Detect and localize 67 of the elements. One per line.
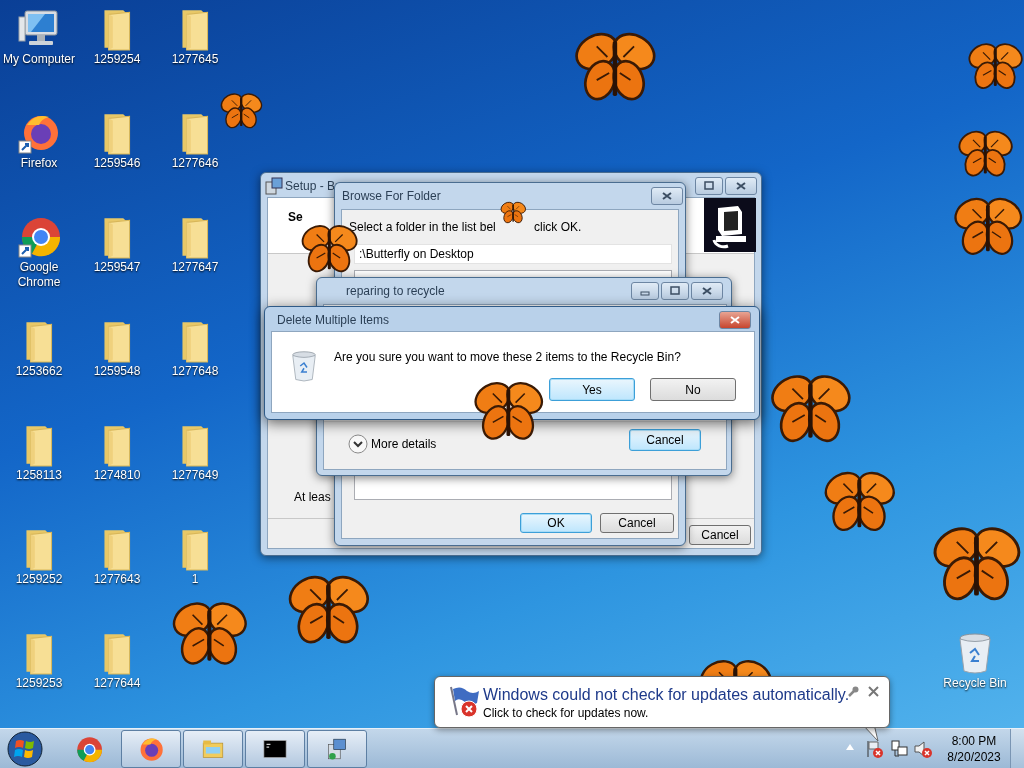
clock-time[interactable]: 8:00 PM [951,733,997,749]
maximize-icon [669,286,681,296]
close-icon [735,181,747,191]
close-button[interactable] [719,311,751,329]
show-desktop-button[interactable] [1010,729,1024,768]
body-text: At leas [294,489,331,506]
more-details-link[interactable]: More details [371,435,437,453]
window-title: Browse For Folder [342,188,441,204]
window-title: Delete Multiple Items [277,312,390,328]
close-button[interactable] [691,282,723,300]
clock-date[interactable]: 8/20/2023 [947,749,1001,765]
maximize-icon [703,181,715,191]
taskbar-button[interactable] [245,730,305,768]
icon-label[interactable]: 1253662 [15,364,63,379]
close-button[interactable] [651,187,683,205]
notification-balloon[interactable]: Windows could not check for updates automatically. Click to check for updates now. [434,676,890,728]
wrench-icon[interactable] [847,686,859,698]
icon-label[interactable]: 1277649 [171,468,219,483]
cancel-button[interactable]: Cancel [600,513,674,533]
icon-label[interactable]: Firefox [20,156,58,171]
icon-label[interactable]: 1259253 [15,676,63,691]
instruction-text: Select a folder in the list bel [349,219,496,236]
icon-label[interactable]: 1277646 [171,156,219,171]
close-icon [701,286,713,296]
icon-label[interactable]: 1277648 [171,364,219,379]
chevron-down-icon[interactable] [348,434,368,454]
ok-button[interactable]: OK [520,513,592,533]
network-icon[interactable] [890,739,908,759]
minimize-button[interactable] [631,282,659,300]
cancel-button[interactable]: Cancel [629,429,701,451]
icon-label[interactable]: 1258113 [16,468,62,483]
close-button[interactable] [725,177,757,195]
instruction-text: click OK. [534,219,582,236]
icon-label[interactable]: 1259547 [93,260,141,275]
chrome-icon [74,735,104,763]
flag-error-icon [447,685,481,719]
cancel-button[interactable]: Cancel [689,525,751,545]
flag-error-icon[interactable] [866,739,884,759]
icon-label[interactable]: 1259252 [15,572,63,587]
maximize-button[interactable] [695,177,723,195]
close-icon [729,315,741,325]
close-icon[interactable] [868,686,879,697]
icon-label[interactable]: My Computer [3,52,75,67]
notification-title: Windows could not check for updates automatically. [483,685,850,705]
icon-label[interactable]: Google Chrome [1,260,77,290]
icon-label[interactable]: 1277644 [93,676,141,691]
close-icon [661,191,673,201]
confirm-message: Are you sure you want to move these 2 items to the Recycle Bin? [334,349,681,366]
speaker-muted-icon[interactable] [913,739,933,759]
icon-label[interactable]: 1 [191,572,199,587]
folder-path-field[interactable]: :\Butterfly on Desktop [354,244,672,264]
icon-label[interactable]: 1259254 [93,52,141,67]
maximize-button[interactable] [661,282,689,300]
page-heading: Se [288,209,303,226]
icon-label[interactable]: 1274810 [93,468,141,483]
icon-label[interactable]: 1277643 [93,572,141,587]
window-title: reparing to recycle [346,283,445,299]
icon-label[interactable]: 1259548 [93,364,141,379]
installer-icon [265,177,283,195]
taskbar-button[interactable] [121,730,181,768]
no-button[interactable]: No [650,378,736,401]
icon-label[interactable]: 1259546 [93,156,141,171]
yes-button[interactable]: Yes [549,378,635,401]
icon-label[interactable]: 1277645 [171,52,219,67]
icon-label[interactable]: 1277647 [171,260,219,275]
notification-text: Click to check for updates now. [483,706,649,721]
start-button[interactable] [5,730,45,768]
